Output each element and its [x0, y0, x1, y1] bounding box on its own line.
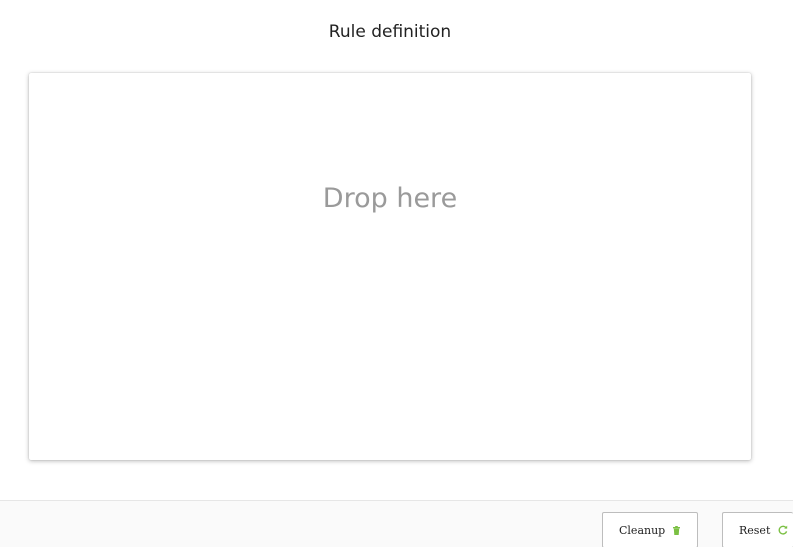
footer-toolbar: Cleanup Reset	[0, 500, 793, 547]
rule-drop-zone[interactable]: Drop here	[29, 73, 751, 460]
reset-button[interactable]: Reset	[722, 512, 793, 547]
trash-icon	[673, 525, 681, 535]
cleanup-button[interactable]: Cleanup	[602, 512, 698, 547]
cleanup-button-label: Cleanup	[619, 523, 666, 537]
refresh-icon	[778, 525, 788, 535]
drop-zone-placeholder: Drop here	[322, 183, 458, 214]
reset-button-label: Reset	[739, 523, 771, 537]
page: Rule definition Drop here Cleanup Reset	[0, 0, 793, 547]
page-title: Rule definition	[328, 22, 452, 42]
